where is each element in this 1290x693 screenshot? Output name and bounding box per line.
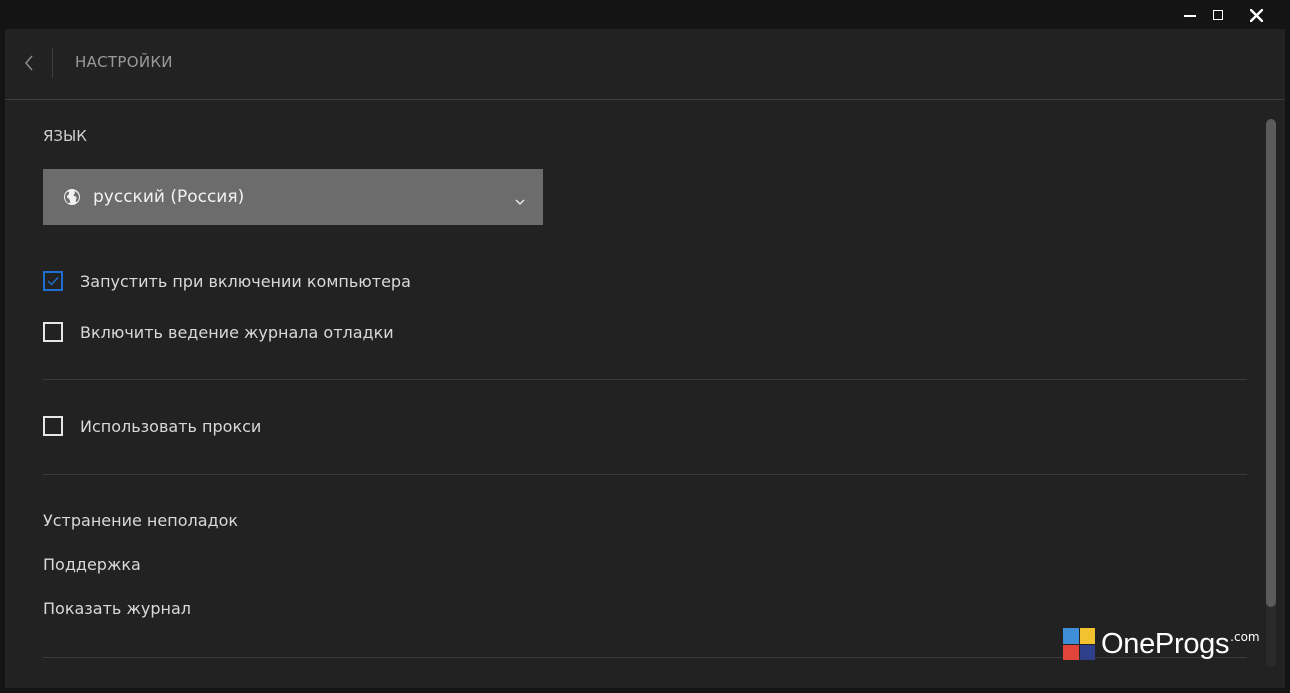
back-button[interactable] [17, 49, 41, 77]
watermark-brand: OneProgs [1101, 628, 1230, 660]
divider [43, 379, 1247, 380]
proxy-checkbox[interactable] [43, 416, 63, 436]
chevron-left-icon [25, 55, 33, 71]
debug-log-option[interactable]: Включить ведение журнала отладки [43, 321, 394, 343]
close-icon [1249, 8, 1263, 22]
maximize-icon [1213, 10, 1223, 20]
autostart-option[interactable]: Запустить при включении компьютера [43, 270, 411, 292]
support-link[interactable]: Поддержка [43, 555, 141, 574]
language-section-label: ЯЗЫК [43, 127, 87, 145]
checkmark-icon [47, 277, 59, 286]
maximize-button[interactable] [1200, 0, 1236, 30]
show-log-link[interactable]: Показать журнал [43, 599, 191, 618]
proxy-option[interactable]: Использовать прокси [43, 415, 261, 437]
window-titlebar [0, 0, 1290, 30]
proxy-label: Использовать прокси [80, 416, 262, 436]
language-dropdown[interactable]: русский (Россия) [43, 169, 543, 225]
header-bar: НАСТРОЙКИ [5, 29, 1285, 100]
header-divider [52, 48, 53, 78]
minimize-icon [1184, 15, 1196, 17]
autostart-label: Запустить при включении компьютера [80, 271, 411, 291]
troubleshoot-link[interactable]: Устранение неполадок [43, 511, 238, 530]
vertical-scrollbar[interactable] [1266, 119, 1276, 667]
globe-icon [63, 188, 81, 206]
windows-logo-icon [1063, 628, 1095, 660]
watermark-logo: OneProgs .com [1063, 628, 1260, 662]
page-title: НАСТРОЙКИ [75, 53, 173, 71]
chevron-down-icon [515, 191, 525, 210]
close-button[interactable] [1238, 0, 1274, 30]
debug-log-checkbox[interactable] [43, 322, 63, 342]
language-selected-value: русский (Россия) [93, 187, 245, 207]
scrollbar-thumb[interactable] [1266, 119, 1276, 607]
autostart-checkbox[interactable] [43, 271, 63, 291]
watermark-suffix: .com [1230, 630, 1260, 644]
divider [43, 474, 1247, 475]
debug-log-label: Включить ведение журнала отладки [80, 322, 394, 342]
settings-window: НАСТРОЙКИ ЯЗЫК русский (Россия) Запустит… [5, 29, 1285, 688]
